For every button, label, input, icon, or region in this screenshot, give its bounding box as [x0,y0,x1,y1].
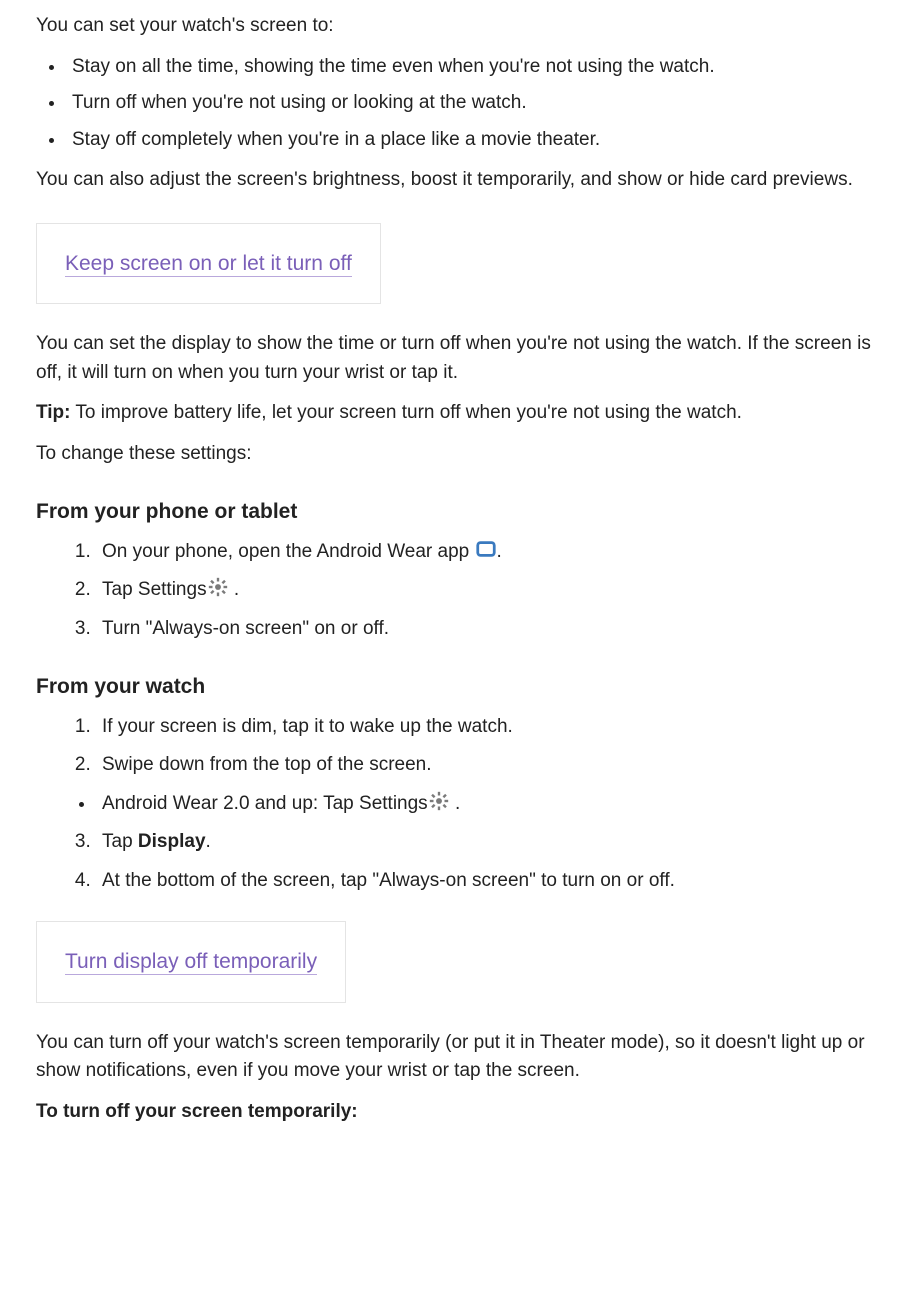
section1-tip: Tip: To improve battery life, let your s… [36,399,880,428]
list-item: Tap Display. [96,828,880,857]
from-phone-heading: From your phone or tablet [36,496,880,528]
bullet-text-post: . [450,793,461,814]
section1-p2: To change these settings: [36,440,880,469]
list-item: Stay on all the time, showing the time e… [66,53,880,82]
step-text-post: . [229,579,240,600]
section1-p1: You can set the display to show the time… [36,330,880,387]
gear-icon [207,576,229,598]
tip-label: Tip: [36,402,70,423]
from-watch-heading: From your watch [36,671,880,703]
step-text-pre: Tap [102,831,138,852]
list-item: Turn "Always-on screen" on or off. [96,615,880,644]
turn-display-off-link[interactable]: Turn display off temporarily [65,950,317,975]
list-item: Swipe down from the top of the screen. [96,751,880,780]
list-item: Tap Settings . [96,576,880,605]
step-text-post: . [206,831,211,852]
section2-p2: To turn off your screen temporarily: [36,1098,880,1127]
options-list: Stay on all the time, showing the time e… [36,53,880,155]
keep-screen-card[interactable]: Keep screen on or let it turn off [36,223,381,305]
section2-p1: You can turn off your watch's screen tem… [36,1029,880,1086]
turn-display-off-card[interactable]: Turn display off temporarily [36,921,346,1003]
list-item: Turn off when you're not using or lookin… [66,89,880,118]
step-text-post: . [497,541,502,562]
watch-steps-b: Tap Display. At the bottom of the screen… [36,828,880,895]
intro-text: You can set your watch's screen to: [36,12,880,41]
watch-inner-bullet: Android Wear 2.0 and up: Tap Settings . [36,790,880,819]
watch-steps-a: If your screen is dim, tap it to wake up… [36,713,880,780]
intro-after-text: You can also adjust the screen's brightn… [36,166,880,195]
step-text: On your phone, open the Android Wear app [102,541,475,562]
list-item: Android Wear 2.0 and up: Tap Settings . [96,790,880,819]
bullet-text: Android Wear 2.0 and up: Tap Settings [102,793,428,814]
list-item: Stay off completely when you're in a pla… [66,126,880,155]
step-text-bold: Display [138,831,206,852]
gear-icon [428,790,450,812]
keep-screen-link[interactable]: Keep screen on or let it turn off [65,252,352,277]
list-item: At the bottom of the screen, tap "Always… [96,867,880,896]
list-item: If your screen is dim, tap it to wake up… [96,713,880,742]
step-text: Tap Settings [102,579,207,600]
list-item: On your phone, open the Android Wear app… [96,538,880,567]
android-wear-icon [475,538,497,560]
phone-steps: On your phone, open the Android Wear app… [36,538,880,644]
tip-text: To improve battery life, let your screen… [70,402,741,423]
